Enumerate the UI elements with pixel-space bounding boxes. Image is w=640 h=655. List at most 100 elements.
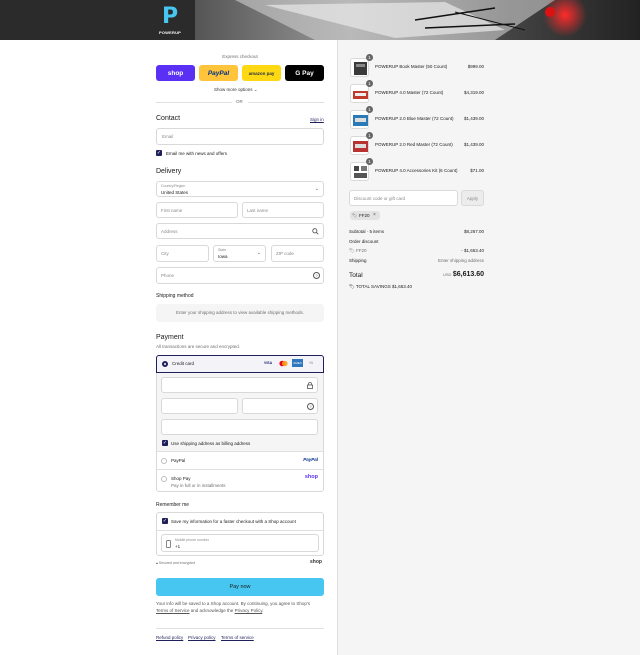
total-amount: USD $6,613.60 xyxy=(443,271,484,278)
paypal-label: PayPal xyxy=(171,458,186,463)
tag-icon: 🏷︎ xyxy=(349,248,355,253)
legal-and-text: and acknowledge the xyxy=(190,608,234,613)
paypal-radio[interactable] xyxy=(161,458,167,464)
currency-code: USD xyxy=(443,272,452,277)
total-savings: 🏷︎ TOTAL SAVINGS $1,653.40 xyxy=(349,284,412,290)
country-label: Country/Region xyxy=(161,184,186,188)
quantity-badge: 1 xyxy=(366,80,373,87)
refund-policy-link[interactable]: Refund policy xyxy=(156,635,183,640)
last-name-placeholder: Last name xyxy=(247,208,269,213)
search-icon xyxy=(312,228,319,235)
credit-card-radio[interactable] xyxy=(162,361,168,367)
shop-pay-radio[interactable] xyxy=(161,476,167,482)
mobile-phone-label: Mobile phone number xyxy=(175,538,209,542)
state-select[interactable]: State Iowa ⌄ xyxy=(213,245,266,262)
city-field[interactable]: City xyxy=(156,245,209,262)
paypal-express-button[interactable]: PayPal xyxy=(199,65,238,81)
quantity-badge: 1 xyxy=(366,106,373,113)
order-discount-label: Order discount xyxy=(349,239,379,244)
product-thumbnail xyxy=(350,162,369,181)
google-pay-express-button[interactable]: G Pay xyxy=(285,65,324,81)
mobile-phone-field[interactable]: Mobile phone number +1 xyxy=(161,534,319,552)
security-code-field[interactable]: ? xyxy=(242,398,318,414)
save-info-checkbox[interactable]: ✓ xyxy=(162,518,168,524)
cart-item-name: POWERUP Book Master (50 Count) xyxy=(375,64,448,69)
express-checkout-title: Express checkout xyxy=(222,54,258,59)
phone-field[interactable]: Phone ? xyxy=(156,267,324,284)
expiration-field[interactable] xyxy=(161,398,238,414)
credit-card-label: Credit card xyxy=(172,361,195,366)
divider-left xyxy=(156,102,232,103)
pay-now-button[interactable]: Pay now xyxy=(156,578,324,596)
sign-in-link[interactable]: Sign in xyxy=(310,117,324,122)
terms-of-service-link[interactable]: Terms of service xyxy=(221,635,254,640)
order-discount-code: 🏷︎ FF20 xyxy=(349,248,367,254)
footer-divider xyxy=(156,628,324,629)
first-name-field[interactable]: First name xyxy=(156,202,238,218)
billing-same-label: Use shipping address as billing address xyxy=(171,441,251,446)
quantity-badge: 1 xyxy=(366,54,373,61)
product-thumbnail xyxy=(350,58,369,77)
paypal-logo: PayPal xyxy=(303,457,318,462)
name-on-card-field[interactable] xyxy=(161,419,318,435)
lock-icon xyxy=(307,382,313,389)
payment-subtitle: All transactions are secure and encrypte… xyxy=(156,344,241,349)
card-number-field[interactable] xyxy=(161,377,318,393)
country-select[interactable]: Country/Region United States ⌄ xyxy=(156,181,324,197)
payment-title: Payment xyxy=(156,334,184,341)
paypal-option[interactable]: PayPal PayPal xyxy=(157,451,323,469)
email-field[interactable]: Email xyxy=(156,128,324,145)
brand-name: POWERUP xyxy=(158,30,182,35)
order-discount-value: - $1,653.40 xyxy=(461,248,484,253)
cart-item-name: POWERUP 2.0 Red Master (72 Count) xyxy=(375,142,453,147)
address-field[interactable]: Address xyxy=(156,223,324,239)
apply-discount-button[interactable]: Apply xyxy=(461,190,484,206)
shop-pay-express-button[interactable]: shop xyxy=(156,65,195,81)
mobile-phone-icon xyxy=(166,540,171,548)
shipping-value: Enter shipping address xyxy=(437,258,484,263)
discount-code-field[interactable]: Discount code or gift card xyxy=(349,190,458,206)
remove-discount-icon[interactable]: × xyxy=(373,212,376,218)
cart-item-name: POWERUP 4.0 Master (72 Count) xyxy=(375,90,444,95)
order-discount-code-text: FF20 xyxy=(355,248,367,253)
amazon-pay-express-button[interactable]: amazon pay xyxy=(242,65,281,81)
cart-item-price: $71.00 xyxy=(470,168,484,173)
product-thumbnail xyxy=(350,136,369,155)
chevron-down-icon: ⌄ xyxy=(314,186,319,192)
shop-privacy-link[interactable]: Privacy Policy xyxy=(235,608,263,613)
shop-logo: shop xyxy=(310,559,322,565)
cart-item-price: $999.00 xyxy=(467,64,484,69)
mastercard-icon xyxy=(279,360,288,367)
brand-logo[interactable]: P POWERUP xyxy=(155,5,185,37)
save-info-label: Save my information for a faster checkou… xyxy=(171,519,296,524)
order-summary-panel xyxy=(337,40,640,655)
cart-item-name: POWERUP 4.0 Accessories Kit (6 Count) xyxy=(375,168,458,173)
privacy-policy-link[interactable]: Privacy policy xyxy=(188,635,216,640)
secured-text: Secured and encrypted xyxy=(158,561,196,565)
hero-banner-image xyxy=(195,0,640,40)
shipping-method-title: Shipping method xyxy=(156,293,194,299)
country-value: United States xyxy=(161,190,189,195)
shop-terms-link[interactable]: Terms of Service xyxy=(156,608,190,613)
help-icon[interactable]: ? xyxy=(307,403,314,410)
address-placeholder: Address xyxy=(161,229,178,234)
credit-card-option[interactable]: Credit card VISA AMEX +1 xyxy=(156,355,324,373)
billing-same-checkbox[interactable]: ✓ xyxy=(162,440,168,446)
zip-placeholder: ZIP code xyxy=(276,251,294,256)
last-name-field[interactable]: Last name xyxy=(242,202,324,218)
cart-item-price: $1,439.00 xyxy=(463,142,484,147)
product-thumbnail xyxy=(350,110,369,129)
legal-text-line1: Your info will be saved to a Shop accoun… xyxy=(156,601,311,606)
help-icon[interactable]: ? xyxy=(313,272,320,279)
cart-item-name: POWERUP 2.0 Blue Master (72 Count) xyxy=(375,116,454,121)
news-checkbox[interactable]: ✓ xyxy=(156,150,162,156)
quantity-badge: 1 xyxy=(366,158,373,165)
discount-tag-code: FF20 xyxy=(359,213,370,218)
show-more-options-link[interactable]: Show more options ⌄ xyxy=(214,87,258,93)
zip-field[interactable]: ZIP code xyxy=(271,245,324,262)
mobile-phone-value: +1 xyxy=(175,544,181,549)
tag-icon: 🏷︎ xyxy=(352,213,358,218)
news-checkbox-label: Email me with news and offers xyxy=(166,151,227,156)
email-placeholder: Email xyxy=(162,134,174,139)
shop-pay-option[interactable]: Shop Pay Pay in full or in installments … xyxy=(157,469,323,491)
